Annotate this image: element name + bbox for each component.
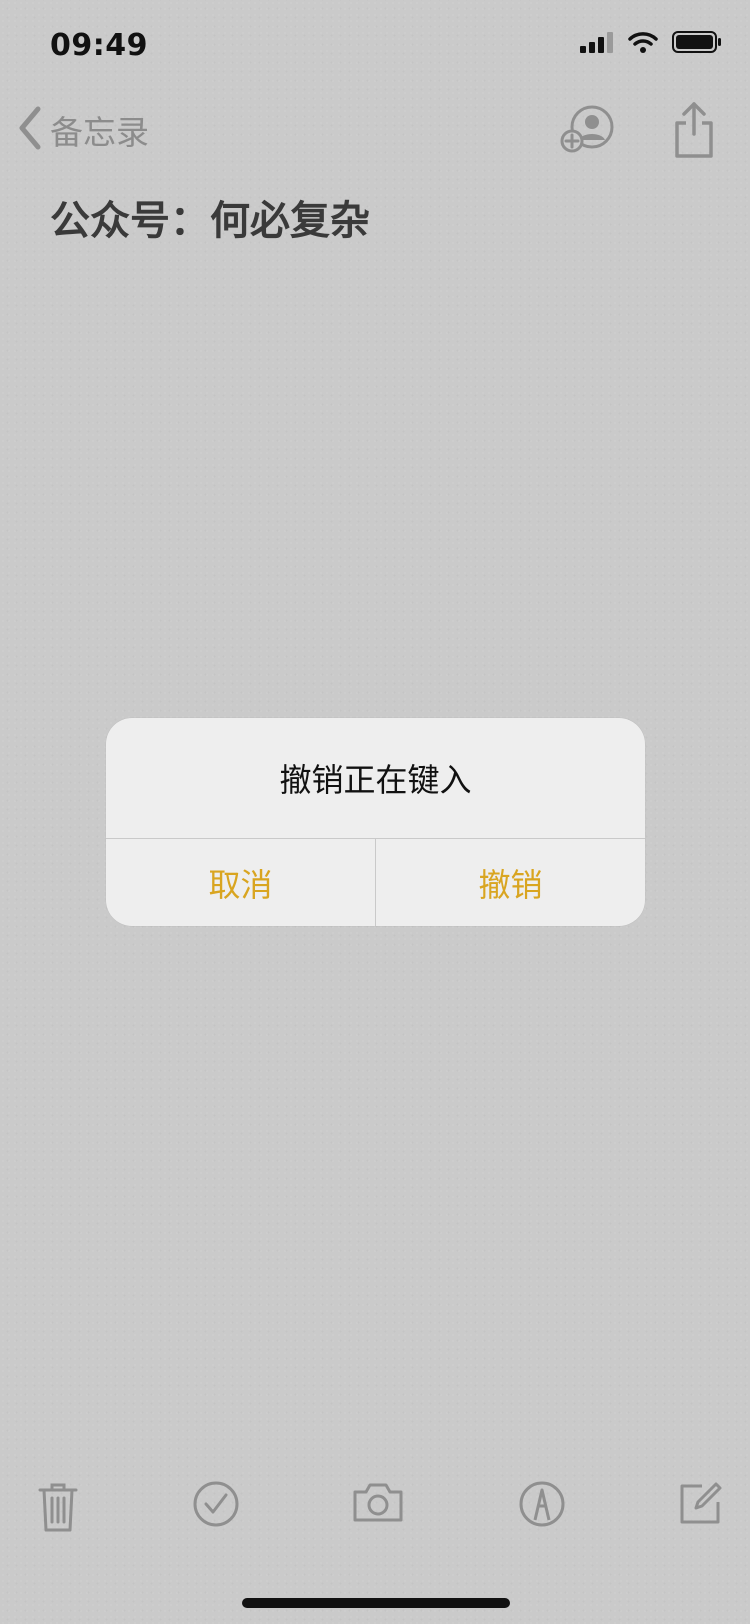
compose-icon — [678, 1482, 724, 1530]
notes-screen: 09:49 备忘录 公众号：何必复杂 撤销正在键入 取消 撤销 — [0, 0, 750, 1624]
delete-button[interactable] — [36, 1480, 80, 1538]
alert-title: 撤销正在键入 — [279, 761, 472, 799]
camera-icon — [352, 1483, 404, 1528]
home-indicator[interactable] — [242, 1598, 510, 1608]
bottom-toolbar — [0, 1480, 750, 1550]
checklist-button[interactable] — [192, 1480, 240, 1532]
markup-pen-icon — [518, 1481, 566, 1532]
markup-button[interactable] — [518, 1480, 566, 1532]
trash-icon — [36, 1483, 80, 1538]
undo-button[interactable]: 撤销 — [376, 839, 645, 926]
undo-alert-dialog: 撤销正在键入 取消 撤销 — [106, 718, 645, 926]
cancel-button[interactable]: 取消 — [106, 839, 375, 926]
camera-button[interactable] — [352, 1480, 404, 1528]
checklist-icon — [192, 1481, 240, 1532]
compose-button[interactable] — [678, 1480, 724, 1530]
